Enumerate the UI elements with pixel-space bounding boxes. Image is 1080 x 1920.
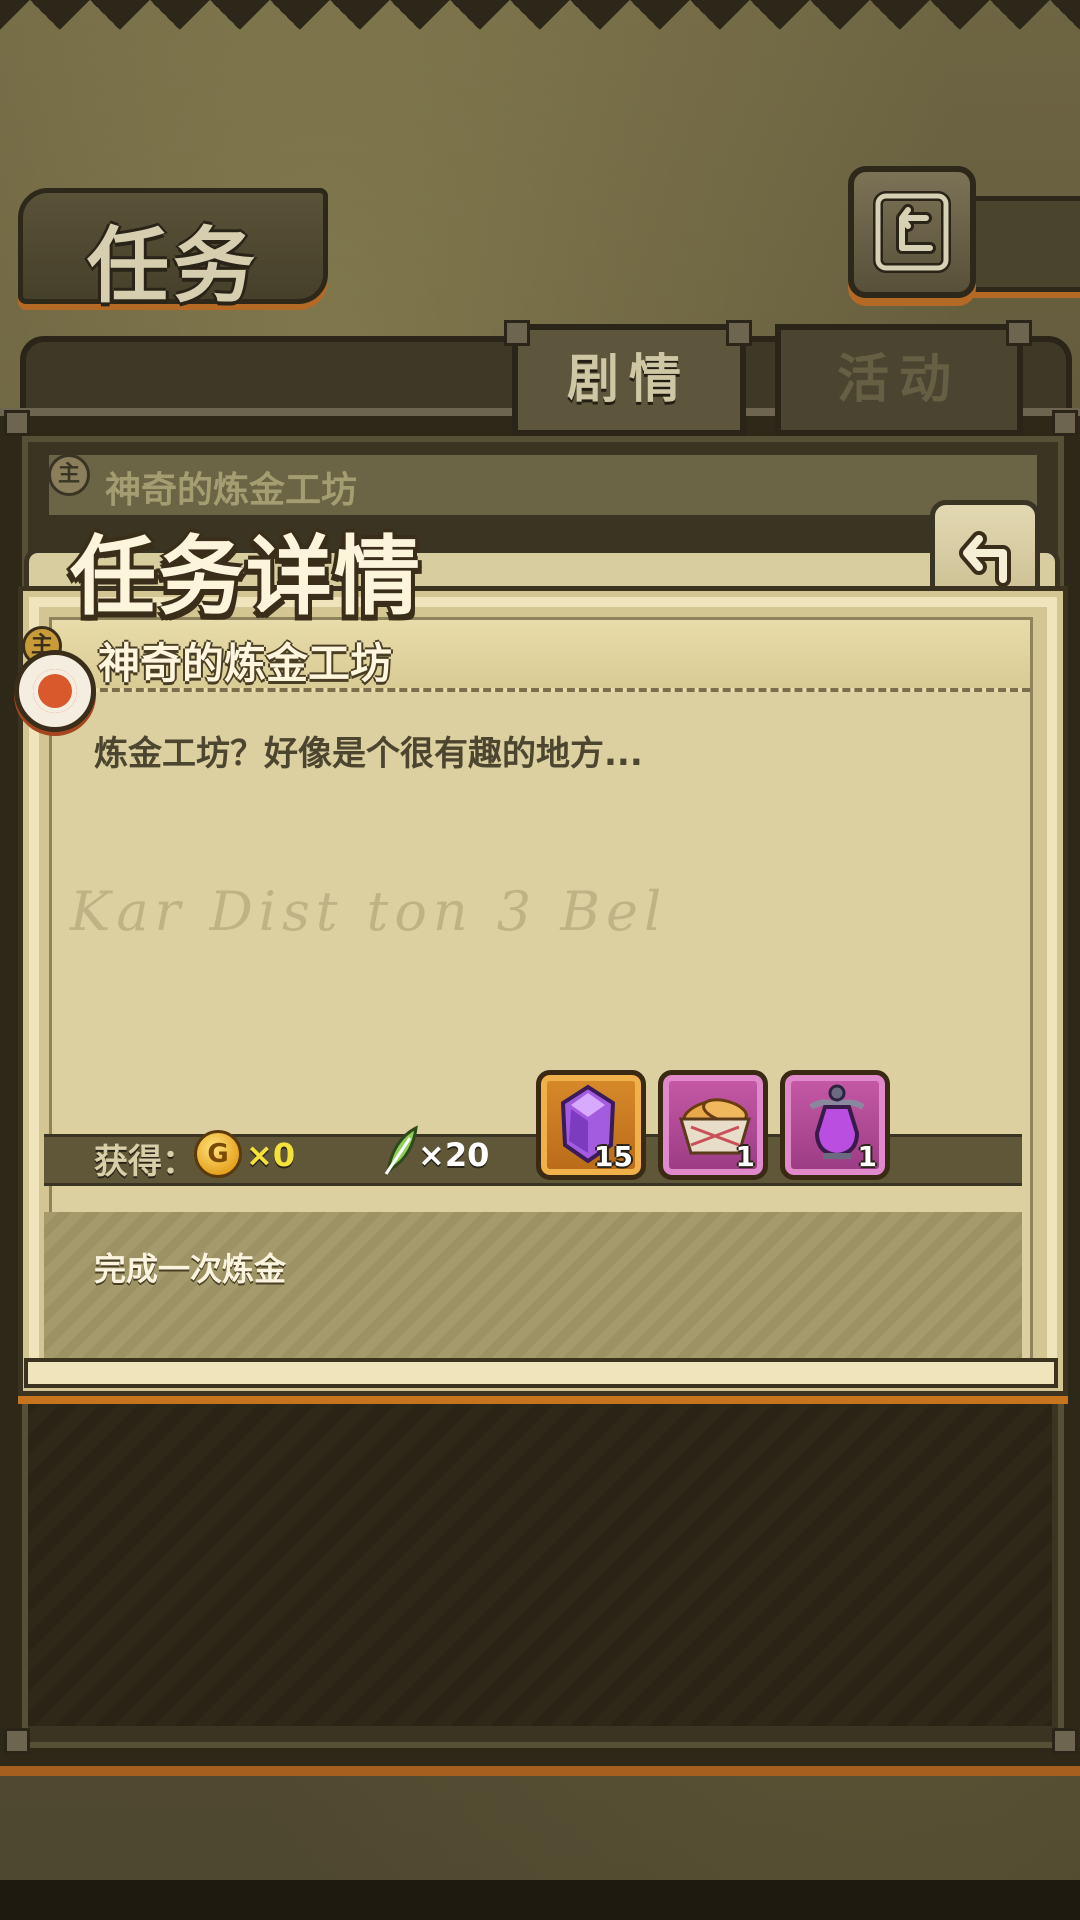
feather-icon [384, 1125, 418, 1176]
back-button[interactable] [848, 166, 976, 298]
gold-coin-icon: G [194, 1130, 242, 1178]
coin-count: ×0 [246, 1136, 296, 1174]
tab-plot[interactable]: 剧情 [512, 324, 746, 436]
reward-item-bread[interactable]: 1 [658, 1070, 768, 1180]
page-title: 任务 [86, 219, 259, 314]
reward-item-potion[interactable]: 1 [780, 1070, 890, 1180]
item-quantity: 1 [857, 1140, 877, 1173]
location-pin-icon [14, 650, 96, 732]
detail-title: 任务详情 [70, 527, 422, 627]
frame-rivet [726, 320, 752, 346]
bottom-edge [0, 1880, 1080, 1920]
quest-list-empty-area [28, 1396, 1052, 1726]
page-title-plate: 任务 [18, 188, 328, 314]
feather-count: ×20 [418, 1136, 490, 1174]
tab-event[interactable]: 活动 [775, 324, 1023, 436]
map-watermark: Kar Dist ton 3 Bel [70, 880, 668, 943]
reward-item-crystal[interactable]: 15 [536, 1070, 646, 1180]
task-requirement: 完成一次炼金 [94, 1250, 287, 1288]
frame-rivet [504, 320, 530, 346]
quest-detail-name: 神奇的炼金工坊 [98, 639, 393, 688]
reward-label: 获得： [94, 1142, 196, 1182]
frame-rivet [1006, 320, 1032, 346]
main-quest-badge: 主 [48, 454, 90, 496]
item-quantity: 1 [735, 1140, 755, 1173]
frame-rivet [4, 1728, 30, 1754]
frame-rivet [1052, 1728, 1078, 1754]
return-arrow-icon [873, 191, 951, 273]
detail-bottom-strip [24, 1358, 1058, 1388]
frame-rivet [4, 410, 30, 436]
quest-description: 炼金工坊？好像是个很有趣的地方... [94, 734, 643, 774]
item-quantity: 15 [594, 1140, 633, 1173]
frame-rivet [1052, 410, 1078, 436]
header-right-strip [970, 196, 1080, 292]
top-torn-edge [0, 0, 1080, 60]
